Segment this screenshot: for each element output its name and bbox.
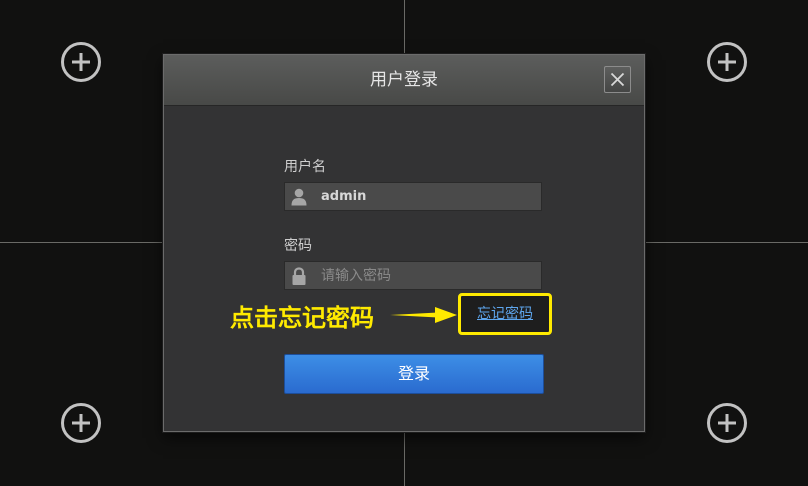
login-button[interactable]: 登录 [284,354,544,394]
plus-circle-icon [61,403,101,443]
password-input[interactable] [321,262,531,289]
lock-icon [292,267,306,285]
password-field[interactable] [284,261,542,290]
close-icon [610,72,625,87]
password-label: 密码 [284,238,312,254]
username-field[interactable]: admin [284,182,542,211]
user-icon [291,188,307,206]
login-dialog: 用户登录 用户名 admin 密码 点击忘记密码 忘记密码 登录 [163,54,645,432]
dialog-title: 用户登录 [370,70,438,90]
add-channel-button-bottom-left[interactable] [61,403,101,443]
username-value: admin [321,189,367,204]
close-button[interactable] [604,66,631,93]
username-label: 用户名 [284,159,326,175]
annotation-callout-text: 点击忘记密码 [230,304,374,332]
annotation-arrow-icon [390,307,457,323]
plus-circle-icon [707,403,747,443]
add-channel-button-bottom-right[interactable] [707,403,747,443]
forgot-password-highlight: 忘记密码 [458,293,552,335]
dialog-header: 用户登录 [164,55,644,106]
plus-circle-icon [707,42,747,82]
plus-circle-icon [61,42,101,82]
forgot-password-link[interactable]: 忘记密码 [461,296,549,332]
add-channel-button-top-left[interactable] [61,42,101,82]
add-channel-button-top-right[interactable] [707,42,747,82]
